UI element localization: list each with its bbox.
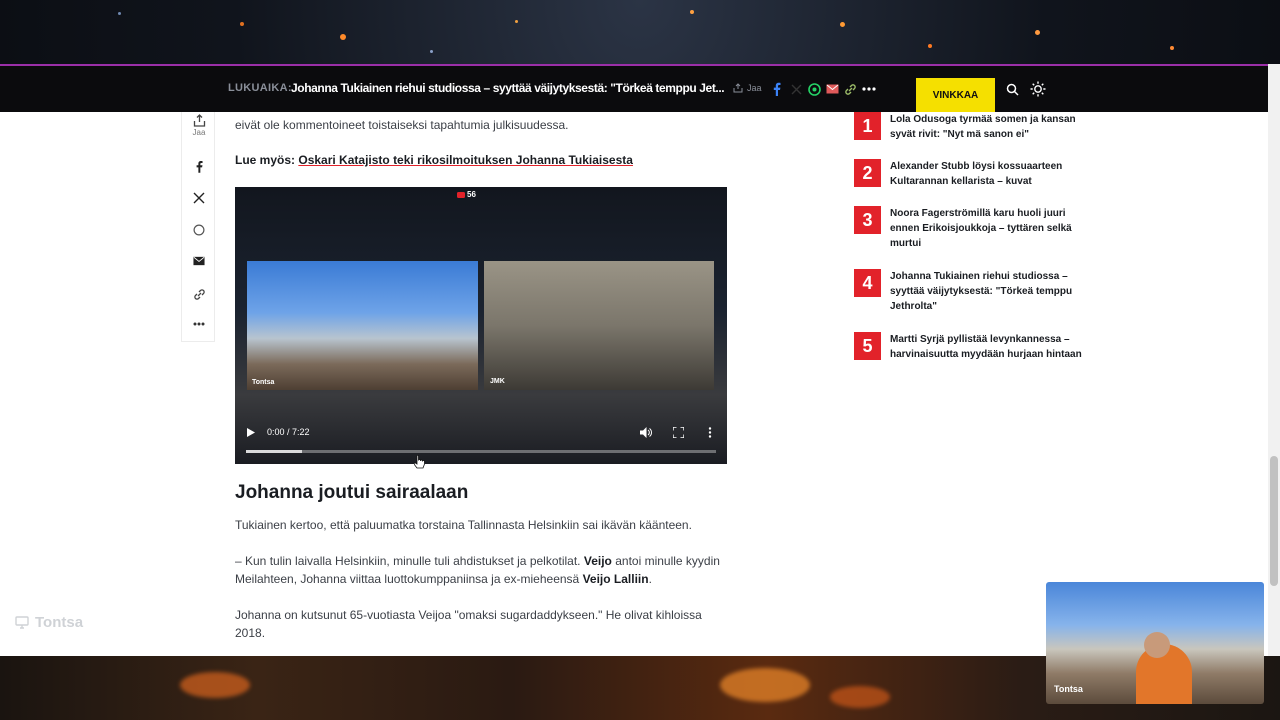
scrollbar-thumb[interactable] bbox=[1270, 456, 1278, 586]
article-paragraph: Tukiainen kertoo, että paluumatka torsta… bbox=[235, 518, 692, 532]
whatsapp-icon[interactable] bbox=[806, 81, 822, 97]
trending-rank: 3 bbox=[854, 206, 881, 234]
trending-title[interactable]: Johanna Tukiainen riehui studiossa – syy… bbox=[890, 269, 1086, 314]
stream-watermark: Tontsa bbox=[15, 614, 83, 631]
video-progress-bar[interactable] bbox=[246, 450, 716, 453]
trending-rank: 5 bbox=[854, 332, 881, 360]
theme-toggle-sun-icon[interactable] bbox=[1030, 81, 1046, 97]
streamer-webcam-overlay: Tontsa bbox=[1046, 582, 1264, 704]
video-controls: 0:00 / 7:22 bbox=[235, 417, 727, 464]
rail-link-button[interactable] bbox=[182, 288, 216, 301]
share-icon bbox=[193, 114, 205, 127]
email-icon[interactable] bbox=[824, 81, 840, 97]
bold-name-veijo-lalli: Veijo Lalliin bbox=[582, 572, 649, 586]
video-player[interactable]: 56 Tontsa JMK 0:00 / 7:22 bbox=[235, 187, 727, 464]
whatsapp-icon bbox=[193, 224, 205, 236]
topbar-share[interactable]: Jaa bbox=[733, 83, 762, 93]
cam-right-label: JMK bbox=[490, 378, 505, 385]
trending-title[interactable]: Martti Syrjä pyllistää levynkannessa – h… bbox=[890, 332, 1086, 362]
more-icon[interactable] bbox=[861, 81, 877, 97]
share-rail: Jaa bbox=[181, 112, 215, 342]
link-icon bbox=[193, 289, 205, 300]
trending-rank: 2 bbox=[854, 159, 881, 187]
facebook-icon bbox=[196, 160, 203, 173]
article-paragraph: eivät ole kommentoineet toistaiseksi tap… bbox=[235, 118, 569, 132]
video-camera-feed-right: JMK bbox=[484, 261, 714, 390]
section-heading: Johanna joutui sairaalaan bbox=[235, 482, 469, 503]
rail-more-button[interactable] bbox=[182, 322, 216, 326]
viewer-count-badge: 56 bbox=[457, 190, 476, 199]
x-twitter-icon[interactable] bbox=[788, 81, 804, 97]
article-paragraph-quote: – Kun tulin laivalla Helsinkiin, minulle… bbox=[235, 554, 720, 586]
read-more: Lue myös: Oskari Katajisto teki rikosilm… bbox=[235, 153, 633, 167]
video-camera-feed-left: Tontsa bbox=[247, 261, 478, 390]
rail-share-button[interactable]: Jaa bbox=[182, 114, 216, 137]
trending-title[interactable]: Noora Fagerströmillä karu huoli juuri en… bbox=[890, 206, 1086, 251]
viewer-count: 56 bbox=[467, 190, 476, 199]
article-paragraph: Johanna on kutsunut 65-vuotiasta Veijoa … bbox=[235, 608, 702, 640]
more-icon bbox=[193, 322, 205, 326]
trending-rank: 4 bbox=[854, 269, 881, 297]
rail-email-button[interactable] bbox=[182, 256, 216, 266]
bold-name-veijo: Veijo bbox=[583, 554, 612, 568]
rail-x-button[interactable] bbox=[182, 192, 216, 204]
monitor-icon bbox=[15, 616, 29, 629]
webcam-label: Tontsa bbox=[1054, 684, 1083, 694]
trending-title[interactable]: Alexander Stubb löysi kossuaarteen Kulta… bbox=[890, 159, 1086, 189]
trending-rank: 1 bbox=[854, 112, 881, 140]
rail-share-label: Jaa bbox=[192, 128, 206, 137]
trending-title[interactable]: Lola Odusoga tyrmää somen ja kansan syvä… bbox=[890, 112, 1086, 142]
play-icon[interactable] bbox=[247, 428, 255, 437]
rail-whatsapp-button[interactable] bbox=[182, 224, 216, 236]
search-icon[interactable] bbox=[1004, 81, 1020, 97]
live-icon bbox=[457, 191, 465, 198]
email-icon bbox=[193, 256, 205, 266]
share-label: Jaa bbox=[747, 83, 762, 93]
reading-progress-bar: LUKUAIKA: Johanna Tukiainen riehui studi… bbox=[0, 64, 1268, 112]
topbar-headline[interactable]: Johanna Tukiainen riehui studiossa – syy… bbox=[291, 81, 725, 95]
facebook-icon[interactable] bbox=[768, 81, 784, 97]
video-menu-icon[interactable] bbox=[708, 427, 712, 438]
rail-facebook-button[interactable] bbox=[182, 160, 216, 173]
read-more-label: Lue myös: bbox=[235, 153, 296, 167]
mouse-cursor-hand-icon bbox=[414, 455, 425, 469]
vinkkaa-button[interactable]: VINKKAA bbox=[916, 78, 995, 112]
streamer-head bbox=[1144, 632, 1170, 658]
link-icon[interactable] bbox=[842, 81, 858, 97]
quote-text-1: – Kun tulin laivalla Helsinkiin, minulle… bbox=[235, 554, 581, 568]
volume-icon[interactable] bbox=[640, 427, 652, 438]
page-scrollbar[interactable] bbox=[1268, 64, 1280, 656]
video-time: 0:00 / 7:22 bbox=[267, 427, 310, 437]
x-twitter-icon bbox=[193, 192, 205, 204]
video-progress-fill bbox=[246, 450, 303, 453]
watermark-text: Tontsa bbox=[35, 614, 84, 631]
fullscreen-icon[interactable] bbox=[673, 427, 684, 438]
read-more-link[interactable]: Oskari Katajisto teki rikosilmoituksen J… bbox=[298, 153, 633, 167]
share-icon bbox=[733, 83, 743, 93]
cam-left-label: Tontsa bbox=[252, 379, 275, 386]
reading-time-label: LUKUAIKA: bbox=[228, 82, 292, 94]
